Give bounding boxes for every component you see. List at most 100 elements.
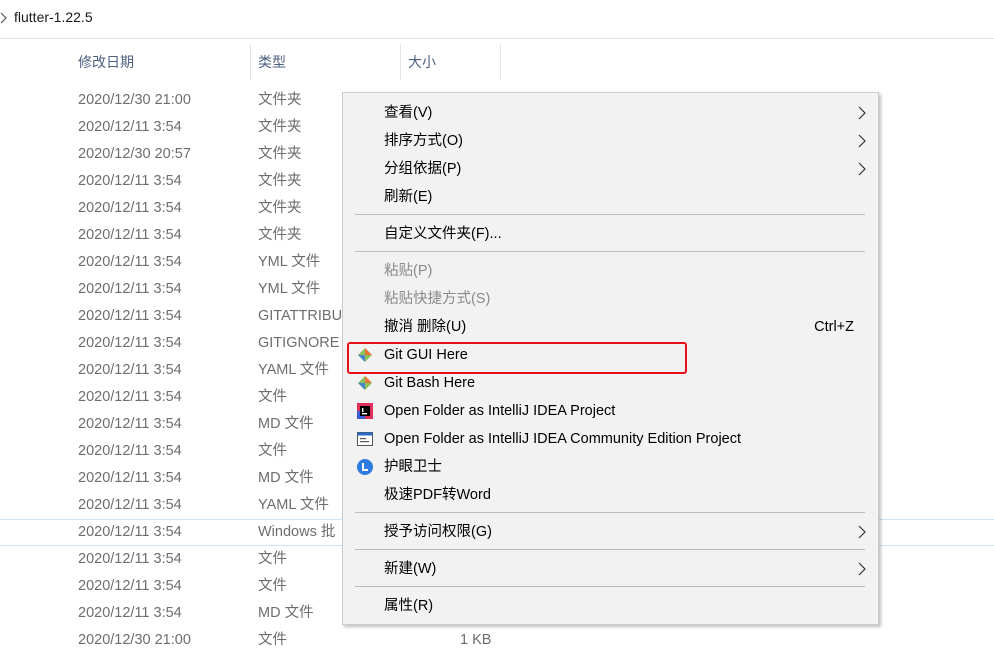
column-header-date[interactable]: 修改日期	[78, 44, 134, 80]
breadcrumb-folder[interactable]: flutter-1.22.5	[14, 9, 93, 25]
date-cell: 2020/12/11 3:54	[78, 578, 182, 594]
intellij-ce-icon	[357, 432, 373, 446]
menu-item-label: 分组依据(P)	[384, 161, 462, 177]
menu-item-label: Open Folder as IntelliJ IDEA Community E…	[384, 431, 742, 447]
date-cell: 2020/12/11 3:54	[78, 335, 182, 351]
submenu-arrow-icon	[858, 134, 866, 148]
type-cell: 文件夹	[258, 119, 302, 135]
date-cell: 2020/12/11 3:54	[78, 605, 182, 621]
date-cell: 2020/12/11 3:54	[78, 443, 182, 459]
context-menu: 查看(V) 排序方式(O) 分组依据(P) 刷新(E) 自定义文件夹(F)...…	[342, 92, 879, 625]
chevron-right-icon[interactable]	[0, 12, 8, 24]
type-cell: 文件夹	[258, 92, 302, 108]
type-cell: GITIGNORE	[258, 335, 340, 351]
date-cell: 2020/12/11 3:54	[78, 416, 182, 432]
date-cell: 2020/12/11 3:54	[78, 362, 182, 378]
date-cell: 2020/12/11 3:54	[78, 470, 182, 486]
menu-item-properties[interactable]: 属性(R)	[343, 592, 878, 620]
column-divider[interactable]	[400, 44, 401, 80]
menu-item-label: 护眼卫士	[384, 459, 442, 475]
date-cell: 2020/12/11 3:54	[78, 227, 182, 243]
menu-item-label: 粘贴快捷方式(S)	[384, 291, 491, 307]
menu-separator	[355, 251, 865, 252]
type-cell: YML 文件	[258, 281, 321, 297]
type-cell: Windows 批	[258, 524, 336, 540]
date-cell: 2020/12/11 3:54	[78, 119, 182, 135]
menu-item-refresh[interactable]: 刷新(E)	[343, 183, 878, 211]
menu-item-label: 新建(W)	[384, 561, 437, 577]
type-cell: YML 文件	[258, 254, 321, 270]
menu-item-label: 属性(R)	[384, 598, 434, 614]
type-cell: MD 文件	[258, 470, 314, 486]
date-cell: 2020/12/11 3:54	[78, 281, 182, 297]
type-cell: 文件	[258, 551, 287, 567]
type-cell: 文件	[258, 389, 287, 405]
date-cell: 2020/12/30 21:00	[78, 92, 191, 108]
type-cell: YAML 文件	[258, 362, 329, 378]
type-cell: GITATTRIBU	[258, 308, 343, 324]
menu-item-label: 粘贴(P)	[384, 263, 433, 279]
column-header-type[interactable]: 类型	[258, 44, 286, 80]
submenu-arrow-icon	[858, 162, 866, 176]
submenu-arrow-icon	[858, 562, 866, 576]
type-cell: 文件	[258, 443, 287, 459]
date-cell: 2020/12/11 3:54	[78, 551, 182, 567]
menu-item-paste-shortcut[interactable]: 粘贴快捷方式(S)	[343, 285, 878, 313]
intellij-idea-icon	[357, 403, 373, 419]
submenu-arrow-icon	[858, 106, 866, 120]
menu-item-view[interactable]: 查看(V)	[343, 99, 878, 127]
menu-item-label: 查看(V)	[384, 105, 433, 121]
git-bash-icon	[358, 376, 372, 390]
menu-item-label: 排序方式(O)	[384, 133, 463, 149]
menu-item-label: 授予访问权限(G)	[384, 524, 492, 540]
menu-item-eye-guard[interactable]: 护眼卫士	[343, 453, 878, 481]
annotation-highlight-box	[347, 342, 687, 374]
menu-item-customize-folder[interactable]: 自定义文件夹(F)...	[343, 220, 878, 248]
menu-separator	[355, 214, 865, 215]
menu-item-label: 自定义文件夹(F)...	[384, 226, 502, 242]
menu-separator	[355, 586, 865, 587]
column-divider[interactable]	[500, 44, 501, 80]
menu-item-paste[interactable]: 粘贴(P)	[343, 257, 878, 285]
size-cell: 1 KB	[460, 632, 492, 648]
menu-item-sort-by[interactable]: 排序方式(O)	[343, 127, 878, 155]
date-cell: 2020/12/11 3:54	[78, 389, 182, 405]
eye-guard-icon	[357, 459, 373, 475]
menu-item-intellij[interactable]: Open Folder as IntelliJ IDEA Project	[343, 397, 878, 425]
date-cell: 2020/12/11 3:54	[78, 200, 182, 216]
type-cell: 文件	[258, 578, 287, 594]
date-cell: 2020/12/11 3:54	[78, 308, 182, 324]
type-cell: YAML 文件	[258, 497, 329, 513]
submenu-arrow-icon	[858, 525, 866, 539]
column-divider[interactable]	[250, 44, 251, 80]
type-cell: 文件	[258, 632, 287, 648]
column-header-size[interactable]: 大小	[408, 44, 436, 80]
menu-item-shortcut: Ctrl+Z	[814, 319, 854, 335]
type-cell: 文件夹	[258, 200, 302, 216]
type-cell: MD 文件	[258, 416, 314, 432]
menu-item-new[interactable]: 新建(W)	[343, 555, 878, 583]
date-cell: 2020/12/30 21:00	[78, 632, 191, 648]
date-cell: 2020/12/11 3:54	[78, 254, 182, 270]
date-cell: 2020/12/11 3:54	[78, 173, 182, 189]
address-bar: flutter-1.22.5	[0, 0, 994, 39]
menu-item-label: Open Folder as IntelliJ IDEA Project	[384, 403, 616, 419]
menu-item-intellij-ce[interactable]: Open Folder as IntelliJ IDEA Community E…	[343, 425, 878, 453]
type-cell: 文件夹	[258, 227, 302, 243]
menu-separator	[355, 512, 865, 513]
type-cell: MD 文件	[258, 605, 314, 621]
menu-item-group-by[interactable]: 分组依据(P)	[343, 155, 878, 183]
date-cell: 2020/12/30 20:57	[78, 146, 191, 162]
menu-item-label: 刷新(E)	[384, 189, 433, 205]
type-cell: 文件夹	[258, 173, 302, 189]
date-cell: 2020/12/11 3:54	[78, 497, 182, 513]
menu-item-label: 极速PDF转Word	[384, 487, 491, 503]
table-row[interactable]: 2020/12/30 21:00 文件 1 KB	[0, 627, 994, 654]
menu-item-pdf-to-word[interactable]: 极速PDF转Word	[343, 481, 878, 509]
menu-separator	[355, 549, 865, 550]
menu-item-grant-access[interactable]: 授予访问权限(G)	[343, 518, 878, 546]
menu-item-undo-delete[interactable]: 撤消 删除(U) Ctrl+Z	[343, 313, 878, 341]
date-cell: 2020/12/11 3:54	[78, 524, 182, 540]
type-cell: 文件夹	[258, 146, 302, 162]
menu-item-label: 撤消 删除(U)	[384, 319, 467, 335]
